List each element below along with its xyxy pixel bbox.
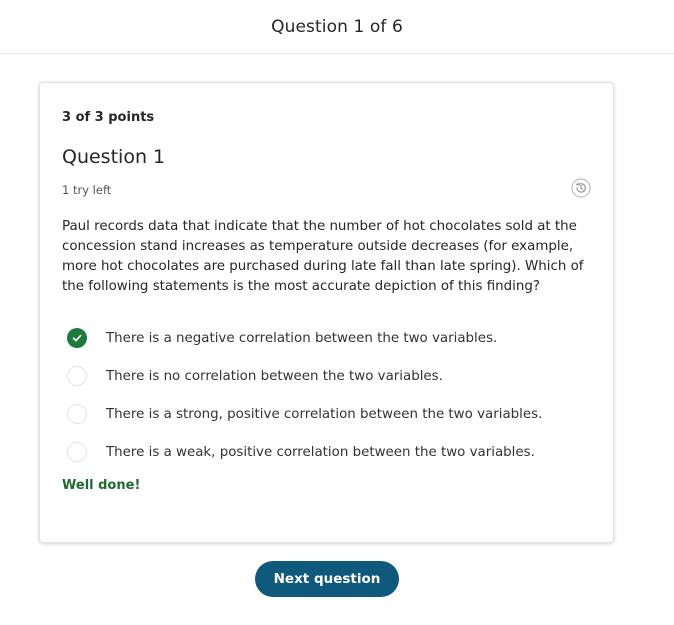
points-score: 3 of 3 points xyxy=(62,110,155,125)
quiz-header: Question 1 of 6 xyxy=(0,0,674,54)
answer-option-label: There is a strong, positive correlation … xyxy=(106,406,543,422)
checkmark-icon xyxy=(72,334,82,342)
answer-option-label: There is a negative correlation between … xyxy=(106,330,498,346)
question-card: 3 of 3 points Question 1 1 try left Paul… xyxy=(39,82,614,543)
answer-option-label: There is no correlation between the two … xyxy=(106,368,443,384)
radio-checked-correct[interactable] xyxy=(67,328,87,348)
question-title: Question 1 xyxy=(62,146,166,168)
radio-button[interactable] xyxy=(67,442,87,462)
radio-button[interactable] xyxy=(67,366,87,386)
answer-option-label: There is a weak, positive correlation be… xyxy=(106,444,535,460)
answer-option[interactable]: There is a weak, positive correlation be… xyxy=(67,433,587,471)
answer-option[interactable]: There is no correlation between the two … xyxy=(67,357,587,395)
question-prompt: Paul records data that indicate that the… xyxy=(62,219,584,294)
quiz-page: Question 1 of 6 3 of 3 points Question 1… xyxy=(0,0,674,625)
question-counter: Question 1 of 6 xyxy=(271,16,403,37)
radio-button[interactable] xyxy=(67,404,87,424)
tries-remaining: 1 try left xyxy=(62,183,112,197)
answer-options: There is a negative correlation between … xyxy=(67,319,587,471)
answer-option[interactable]: There is a negative correlation between … xyxy=(67,319,587,357)
history-button[interactable] xyxy=(571,178,591,198)
history-icon xyxy=(571,178,591,198)
feedback-message: Well done! xyxy=(62,478,141,493)
next-question-button[interactable]: Next question xyxy=(255,561,399,597)
answer-option[interactable]: There is a strong, positive correlation … xyxy=(67,395,587,433)
